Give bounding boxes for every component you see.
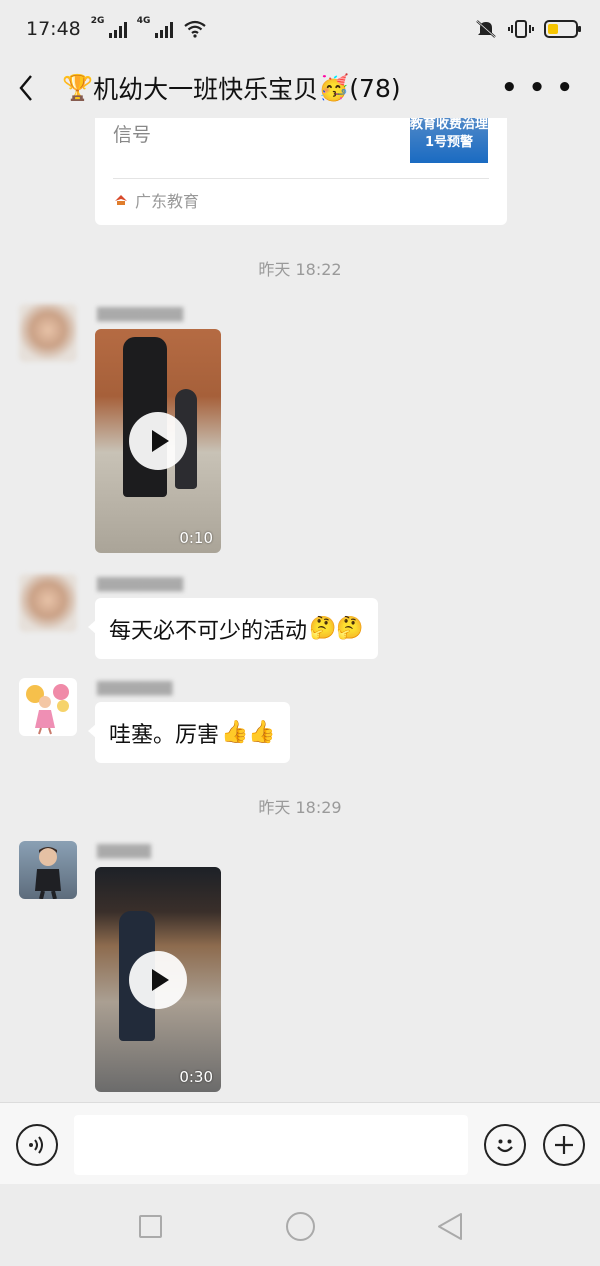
status-left: 17:48 2G 4G: [26, 16, 207, 40]
more-button[interactable]: • • •: [501, 73, 574, 103]
trophy-icon: 🏆: [62, 73, 94, 102]
message-timestamp: 昨天 18:29: [258, 798, 342, 817]
video-duration: 0:30: [179, 1068, 213, 1086]
thumbnail-line: 教育收费治理: [410, 118, 488, 132]
party-face-icon: 🥳: [318, 73, 350, 102]
chat-message-list[interactable]: 信号 教育收费治理 1号预警 广东教育 昨天 18:22 ▇▇▇▇▇▇▇▇ 0:…: [0, 118, 600, 1102]
voice-input-button[interactable]: [16, 1124, 58, 1166]
message-text-input[interactable]: [74, 1115, 468, 1175]
source-logo-icon: [115, 195, 127, 205]
message-timestamp: 昨天 18:22: [258, 260, 342, 279]
system-navigation-bar: [0, 1184, 600, 1266]
vibrate-icon: [508, 20, 534, 38]
shared-article-card[interactable]: 信号 教育收费治理 1号预警 广东教育: [95, 118, 507, 225]
sender-name-blurred: ▇▇▇▇▇▇▇▇: [97, 306, 184, 322]
shared-article-text: 信号: [113, 124, 152, 146]
sender-name-blurred: ▇▇▇▇▇▇▇▇: [97, 576, 184, 592]
video-message[interactable]: 0:30: [95, 867, 221, 1092]
text-message-bubble[interactable]: 每天必不可少的活动 🤔🤔: [88, 598, 378, 659]
avatar[interactable]: [19, 678, 77, 736]
home-button[interactable]: [286, 1212, 315, 1241]
flower-girl-avatar-icon: [26, 684, 69, 735]
card-divider: [113, 178, 489, 179]
status-time: 17:48: [26, 18, 81, 40]
more-functions-button[interactable]: [543, 1124, 585, 1166]
back-nav-icon[interactable]: [436, 1212, 464, 1241]
play-icon[interactable]: [129, 412, 187, 470]
thumbs-up-icon: 👍👍: [221, 720, 276, 745]
signal-icon: 2G: [91, 16, 127, 38]
group-name: 机幼大一班快乐宝贝: [93, 75, 319, 104]
avatar[interactable]: [19, 841, 77, 899]
avatar[interactable]: [19, 574, 77, 632]
chevron-left-icon: [19, 75, 32, 101]
message-text: 每天必不可少的活动: [109, 618, 308, 644]
sender-name-blurred: ▇▇▇▇▇▇▇: [97, 680, 173, 696]
voice-icon: [29, 1136, 43, 1154]
shared-article-source: 广东教育: [113, 188, 199, 212]
message-text: 哇塞。厉害: [109, 722, 220, 748]
chat-title-bar: 🏆 机幼大一班快乐宝贝 🥳 (78) • • •: [0, 58, 600, 118]
message-input-bar: [0, 1102, 600, 1184]
recent-apps-button[interactable]: [139, 1215, 162, 1238]
play-icon[interactable]: [129, 950, 187, 1009]
mute-icon: [476, 20, 496, 38]
wifi-icon: [184, 20, 206, 38]
shared-article-thumbnail: 教育收费治理 1号预警: [410, 118, 488, 163]
network-type-label: 2G: [90, 16, 105, 26]
member-count: (78): [349, 73, 401, 103]
source-name: 广东教育: [135, 192, 200, 211]
chat-title: 🏆 机幼大一班快乐宝贝 🥳 (78): [62, 70, 401, 106]
child-avatar-icon: [35, 847, 61, 899]
text-message-bubble[interactable]: 哇塞。厉害 👍👍: [88, 702, 290, 763]
status-right: [474, 19, 581, 39]
plus-icon: [555, 1136, 573, 1154]
signal-icon: 4G: [137, 16, 173, 38]
more-icon: • • •: [501, 73, 574, 103]
video-message[interactable]: 0:10: [95, 329, 221, 553]
thumbnail-line: 1号预警: [424, 135, 474, 150]
sender-name-blurred: ▇▇▇▇▇: [97, 843, 151, 859]
emoji-button[interactable]: [484, 1124, 526, 1166]
battery-fill: [548, 24, 559, 34]
network-type-label: 4G: [136, 16, 151, 26]
video-duration: 0:10: [179, 529, 213, 547]
smiley-icon: [497, 1139, 513, 1153]
back-button[interactable]: [18, 68, 48, 108]
status-bar: 17:48 2G 4G: [0, 0, 600, 58]
avatar[interactable]: [19, 304, 77, 362]
battery-icon: [544, 20, 581, 38]
thinking-face-icon: 🤔🤔: [309, 616, 364, 641]
